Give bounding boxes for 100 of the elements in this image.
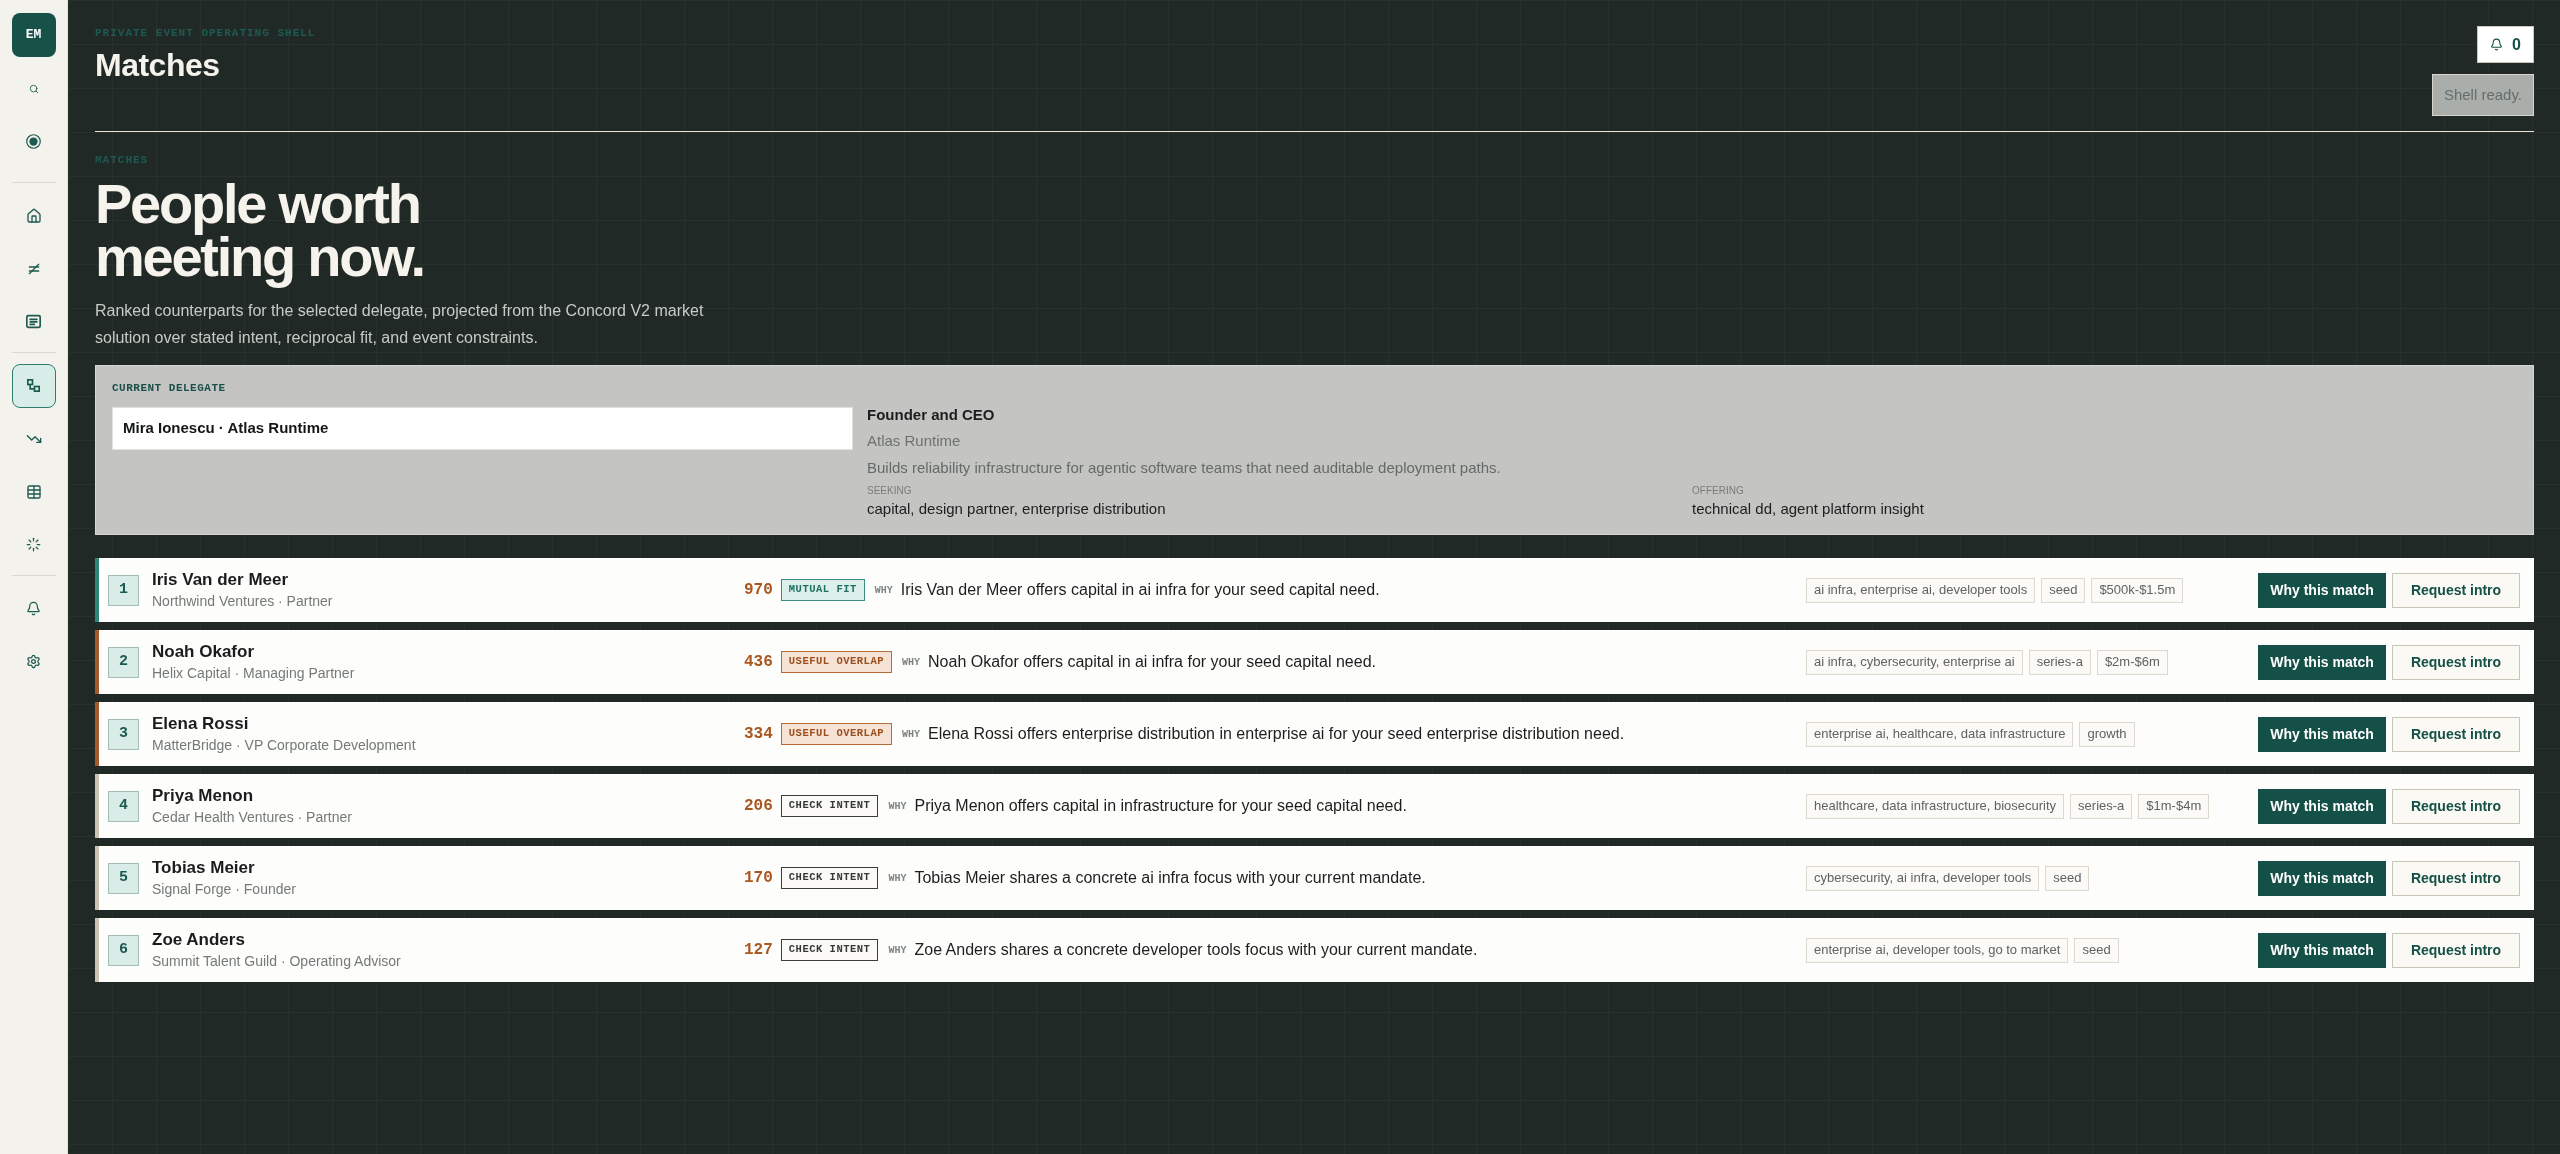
tag: growth (2079, 721, 2135, 747)
seeking-label: SEEKING (867, 484, 912, 498)
match-reason: Iris Van der Meer offers capital in ai infra for your seed capital need. (900, 580, 1380, 600)
linked-squares-icon (27, 379, 40, 392)
offering-label: OFFERING (1692, 484, 1744, 498)
table-icon (25, 483, 42, 500)
why-label: WHY (902, 727, 921, 742)
nav-item[interactable] (28, 83, 39, 94)
nav-item[interactable] (26, 134, 41, 149)
match-reason: Tobias Meier shares a concrete ai infra focus with your current mandate. (914, 868, 1426, 888)
home-icon (25, 207, 42, 224)
tag: healthcare, data infrastructure, biosecurity (1806, 793, 2065, 819)
nav-item[interactable] (26, 537, 41, 552)
match-score: 170 (744, 868, 773, 888)
rank-number: 5 (108, 862, 139, 894)
settings-icon (26, 654, 41, 669)
nav-item[interactable] (25, 483, 42, 500)
why-this-match-button[interactable]: Why this match (2258, 716, 2386, 752)
why-label: WHY (874, 583, 893, 598)
fit-badge: USEFUL OVERLAP (780, 723, 893, 745)
fit-badge: CHECK INTENT (780, 939, 879, 961)
hero-headline: People worth meeting now. (95, 171, 425, 290)
tag: series-a (2070, 793, 2133, 819)
fit-badge: CHECK INTENT (780, 867, 879, 889)
match-affiliation: Helix Capital · Managing Partner (152, 664, 355, 683)
why-label: WHY (902, 655, 921, 670)
fit-badge: MUTUAL FIT (780, 579, 865, 601)
nav-item[interactable] (26, 601, 41, 616)
seeking-value: capital, design partner, enterprise distribution (867, 499, 1166, 519)
match-affiliation: Cedar Health Ventures · Partner (152, 808, 352, 827)
request-intro-button[interactable]: Request intro (2392, 644, 2520, 680)
tag: $2m-$6m (2096, 649, 2168, 675)
tag: cybersecurity, ai infra, developer tools (1806, 865, 2040, 891)
request-intro-button[interactable]: Request intro (2392, 716, 2520, 752)
tag: seed (2045, 865, 2090, 891)
request-intro-button[interactable]: Request intro (2392, 788, 2520, 824)
why-label: WHY (888, 871, 907, 886)
why-this-match-button[interactable]: Why this match (2258, 860, 2386, 896)
status-message: Shell ready. (2431, 74, 2534, 116)
match-name: Zoe Anders (152, 929, 245, 951)
delegate-role: Founder and CEO (867, 405, 995, 425)
tag: series-a (2028, 649, 2091, 675)
delegate-label: CURRENT DELEGATE (112, 381, 226, 395)
tag: ai infra, enterprise ai, developer tools (1806, 577, 2036, 603)
delegate-bio: Builds reliability infrastructure for agentic software teams that need auditable deployment paths. (867, 458, 1501, 478)
match-name: Priya Menon (152, 785, 254, 807)
match-affiliation: Summit Talent Guild · Operating Advisor (152, 952, 401, 971)
match-name: Noah Okafor (152, 641, 255, 663)
match-score: 334 (744, 724, 773, 744)
bell-icon (26, 601, 41, 616)
why-this-match-button[interactable]: Why this match (2258, 788, 2386, 824)
fit-badge: CHECK INTENT (780, 795, 879, 817)
nav-item[interactable] (25, 207, 42, 224)
rank-number: 2 (108, 646, 139, 678)
rank-number: 3 (108, 718, 139, 750)
match-name: Elena Rossi (152, 713, 249, 735)
delegate-select[interactable]: Mira Ionescu · Atlas Runtime (112, 407, 853, 450)
tag: ai infra, cybersecurity, enterprise ai (1806, 649, 2023, 675)
request-intro-button[interactable]: Request intro (2392, 860, 2520, 896)
target-icon (26, 134, 41, 149)
why-this-match-button[interactable]: Why this match (2258, 572, 2386, 608)
why-this-match-button[interactable]: Why this match (2258, 932, 2386, 968)
nav-item[interactable] (26, 314, 41, 329)
rank-number: 1 (108, 574, 139, 606)
tag: $1m-$4m (2138, 793, 2210, 819)
match-score: 970 (744, 580, 773, 600)
user-avatar[interactable]: EM (11, 13, 56, 57)
match-name: Tobias Meier (152, 857, 255, 879)
why-label: WHY (888, 799, 907, 814)
loader-icon (26, 537, 41, 552)
rank-number: 4 (108, 790, 139, 822)
why-this-match-button[interactable]: Why this match (2258, 644, 2386, 680)
match-reason: Zoe Anders shares a concrete developer tools focus with your current mandate. (914, 940, 1478, 960)
request-intro-button[interactable]: Request intro (2392, 932, 2520, 968)
match-reason: Priya Menon offers capital in infrastructure for your seed capital need. (914, 796, 1407, 816)
match-score: 206 (744, 796, 773, 816)
rank-number: 6 (108, 934, 139, 966)
delegate-company: Atlas Runtime (867, 431, 961, 451)
tag: seed (2074, 937, 2119, 963)
offering-value: technical dd, agent platform insight (1692, 499, 1924, 519)
nav-item[interactable] (26, 654, 41, 669)
match-score: 436 (744, 652, 773, 672)
notifications-button[interactable]: 0 (2477, 26, 2534, 63)
fit-badge: USEFUL OVERLAP (780, 651, 893, 673)
search-icon (28, 83, 39, 94)
bell-icon (2490, 38, 2504, 51)
why-label: WHY (888, 943, 907, 958)
match-name: Iris Van der Meer (152, 569, 289, 591)
page-title: Matches (95, 46, 220, 84)
match-affiliation: Signal Forge · Founder (152, 880, 296, 899)
tag: seed (2041, 577, 2086, 603)
match-affiliation: Northwind Ventures · Partner (152, 592, 333, 611)
document-icon (26, 314, 41, 329)
match-affiliation: MatterBridge · VP Corporate Development (152, 736, 416, 755)
tag: $500k-$1.5m (2091, 577, 2184, 603)
match-score: 127 (744, 940, 773, 960)
request-intro-button[interactable]: Request intro (2392, 572, 2520, 608)
nav-item[interactable] (11, 363, 56, 408)
match-reason: Elena Rossi offers enterprise distribution in enterprise ai for your seed enterprise distribution need. (928, 724, 1625, 744)
match-reason: Noah Okafor offers capital in ai infra for your seed capital need. (928, 652, 1376, 672)
